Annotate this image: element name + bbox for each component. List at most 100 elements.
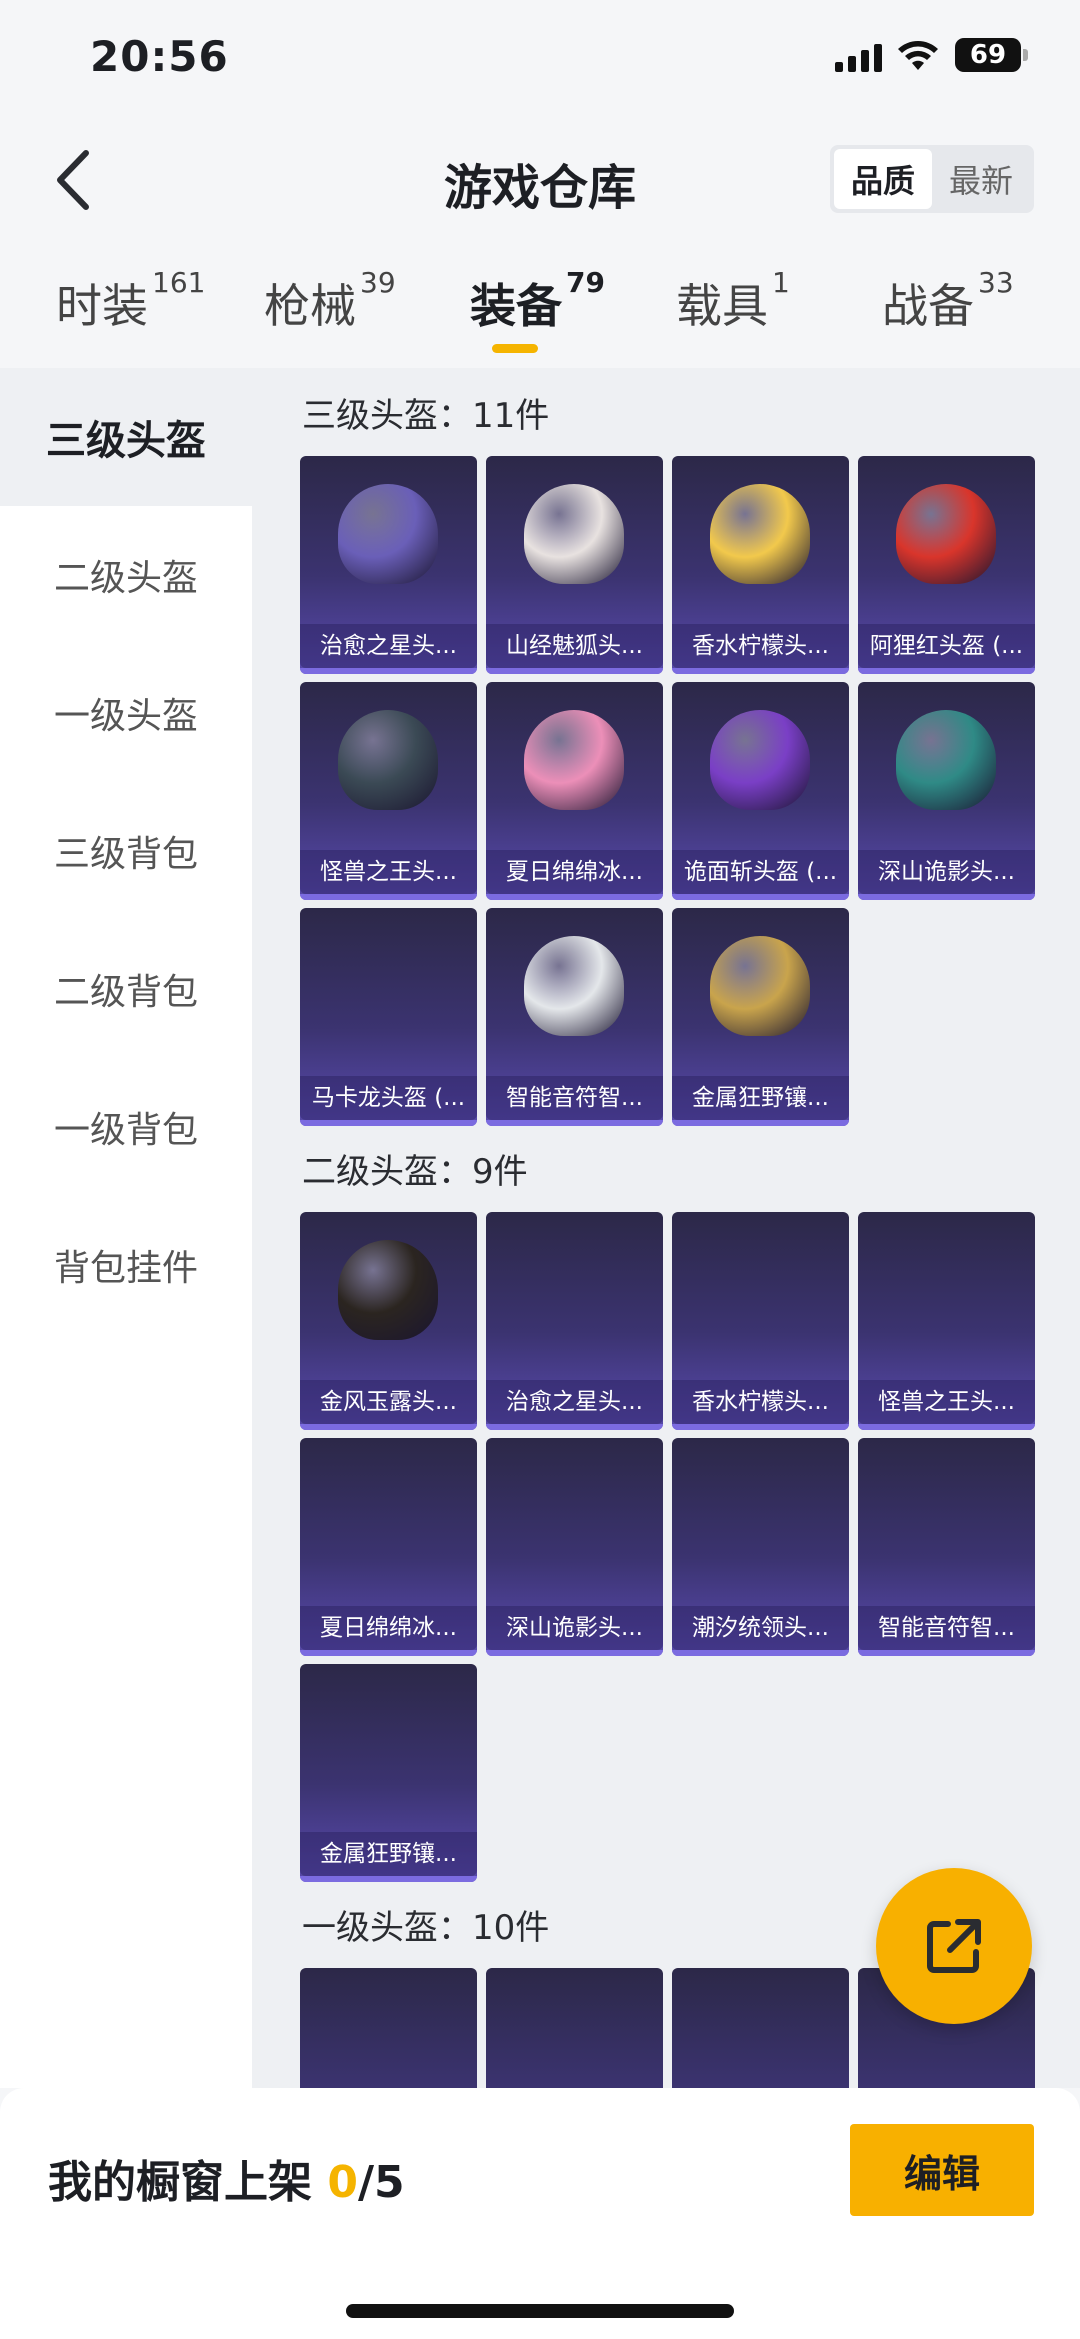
item-card[interactable]: 夏日绵绵冰...: [300, 1438, 477, 1656]
sort-toggle: 品质 最新: [830, 145, 1034, 213]
item-card[interactable]: 金属狂野镶...: [672, 908, 849, 1126]
helmet-icon: [710, 936, 810, 1036]
tab-supplies[interactable]: 战备 33: [882, 266, 1014, 336]
sidebar-item-level2-helmet[interactable]: 二级头盔: [0, 506, 252, 644]
tab-guns[interactable]: 枪械 39: [264, 266, 396, 336]
helmet-icon: [710, 484, 810, 584]
item-name: 金风玉露头...: [300, 1380, 477, 1424]
item-card[interactable]: [486, 1968, 663, 2088]
sidebar-item-level3-backpack[interactable]: 三级背包: [0, 782, 252, 920]
tab-label: 战备: [882, 279, 974, 333]
item-card[interactable]: 潮汐统领头...: [672, 1438, 849, 1656]
item-card[interactable]: 深山诡影头...: [858, 682, 1035, 900]
item-name: 治愈之星头...: [486, 1380, 663, 1424]
helmet-icon: [338, 710, 438, 810]
item-card[interactable]: 夏日绵绵冰...: [486, 682, 663, 900]
item-name: 智能音符智...: [486, 1076, 663, 1120]
sort-option-quality[interactable]: 品质: [834, 149, 932, 209]
tab-count: 1: [772, 266, 790, 299]
sidebar-item-level3-helmet[interactable]: 三级头盔: [0, 368, 252, 506]
tab-count: 79: [566, 266, 605, 299]
item-card[interactable]: [300, 1968, 477, 2088]
wifi-icon: [898, 41, 938, 70]
item-card[interactable]: 马卡龙头盔 (...: [300, 908, 477, 1126]
tab-count: 39: [360, 266, 396, 299]
sidebar-item-level2-backpack[interactable]: 二级背包: [0, 920, 252, 1058]
tab-label: 装备: [470, 279, 562, 333]
item-card[interactable]: 诡面斩头盔 (...: [672, 682, 849, 900]
tab-vehicles[interactable]: 载具 1: [676, 266, 790, 336]
section-title: 一级头盔：10件: [302, 1908, 550, 1948]
item-name: 香水柠檬头...: [672, 1380, 849, 1424]
item-card[interactable]: 怪兽之王头...: [300, 682, 477, 900]
item-card[interactable]: 金属狂野镶...: [300, 1664, 477, 1882]
home-indicator: [346, 2304, 734, 2318]
item-card[interactable]: 智能音符智...: [486, 908, 663, 1126]
showcase-total: /5: [357, 2157, 405, 2208]
item-card[interactable]: 治愈之星头...: [300, 456, 477, 674]
item-name: 深山诡影头...: [858, 850, 1035, 894]
tab-fashion[interactable]: 时装 161: [56, 266, 205, 336]
item-name: 马卡龙头盔 (...: [300, 1076, 477, 1120]
category-tabs: 时装 161 枪械 39 装备 79 载具 1 战备 33: [0, 266, 1080, 366]
tab-count: 33: [978, 266, 1014, 299]
item-name: 山经魅狐头...: [486, 624, 663, 668]
helmet-icon: [896, 484, 996, 584]
sidebar-item-level1-helmet[interactable]: 一级头盔: [0, 644, 252, 782]
bottom-bar: 我的橱窗上架 0/5 编辑: [0, 2088, 1080, 2339]
item-name: 智能音符智...: [858, 1606, 1035, 1650]
helmet-icon: [524, 710, 624, 810]
item-name: 夏日绵绵冰...: [486, 850, 663, 894]
showcase-status: 我的橱窗上架 0/5: [48, 2146, 405, 2210]
item-card[interactable]: [672, 1968, 849, 2088]
section-title: 三级头盔：11件: [302, 396, 550, 436]
item-card[interactable]: 阿狸红头盔 (...: [858, 456, 1035, 674]
item-card[interactable]: 香水柠檬头...: [672, 1212, 849, 1430]
helmet-icon: [338, 1240, 438, 1340]
battery-icon: 69: [955, 38, 1028, 72]
category-sidebar: 三级头盔 二级头盔 一级头盔 三级背包 二级背包 一级背包 背包挂件: [0, 368, 252, 2088]
item-card[interactable]: 怪兽之王头...: [858, 1212, 1035, 1430]
tab-label: 时装: [56, 279, 148, 333]
item-name: 怪兽之王头...: [858, 1380, 1035, 1424]
helmet-icon: [896, 710, 996, 810]
tab-count: 161: [152, 266, 206, 299]
item-name: 阿狸红头盔 (...: [858, 624, 1035, 668]
sidebar-item-level1-backpack[interactable]: 一级背包: [0, 1058, 252, 1196]
item-name: 深山诡影头...: [486, 1606, 663, 1650]
external-link-icon: [927, 1919, 981, 1973]
sidebar-item-backpack-pendant[interactable]: 背包挂件: [0, 1196, 252, 1334]
item-name: 夏日绵绵冰...: [300, 1606, 477, 1650]
item-name: 金属狂野镶...: [300, 1832, 477, 1876]
helmet-icon: [710, 710, 810, 810]
item-name: 怪兽之王头...: [300, 850, 477, 894]
showcase-count: 0: [327, 2157, 358, 2208]
item-card[interactable]: 金风玉露头...: [300, 1212, 477, 1430]
status-bar: 20:56 69: [0, 0, 1080, 120]
helmet-icon: [338, 484, 438, 584]
cellular-signal-icon: [835, 42, 882, 72]
item-card[interactable]: 香水柠檬头...: [672, 456, 849, 674]
item-name: 潮汐统领头...: [672, 1606, 849, 1650]
tab-label: 枪械: [264, 279, 356, 333]
helmet-icon: [524, 484, 624, 584]
item-card[interactable]: 山经魅狐头...: [486, 456, 663, 674]
status-time: 20:56: [90, 32, 229, 81]
item-card[interactable]: 深山诡影头...: [486, 1438, 663, 1656]
item-name: 治愈之星头...: [300, 624, 477, 668]
tab-active-indicator: [492, 344, 538, 353]
share-button[interactable]: [876, 1868, 1032, 2024]
item-name: 诡面斩头盔 (...: [672, 850, 849, 894]
item-card[interactable]: 治愈之星头...: [486, 1212, 663, 1430]
sort-option-newest[interactable]: 最新: [932, 149, 1030, 209]
edit-button[interactable]: 编辑: [850, 2124, 1034, 2216]
tab-label: 载具: [676, 279, 768, 333]
tab-equipment[interactable]: 装备 79: [470, 266, 605, 336]
item-name: 香水柠檬头...: [672, 624, 849, 668]
showcase-label: 我的橱窗上架: [48, 2157, 312, 2208]
item-name: 金属狂野镶...: [672, 1076, 849, 1120]
helmet-icon: [524, 936, 624, 1036]
section-title: 二级头盔：9件: [302, 1152, 528, 1192]
item-card[interactable]: 智能音符智...: [858, 1438, 1035, 1656]
item-grid-area[interactable]: 三级头盔：11件 二级头盔：9件 一级头盔：10件 治愈之星头... 山经魅狐头.…: [252, 368, 1080, 2088]
